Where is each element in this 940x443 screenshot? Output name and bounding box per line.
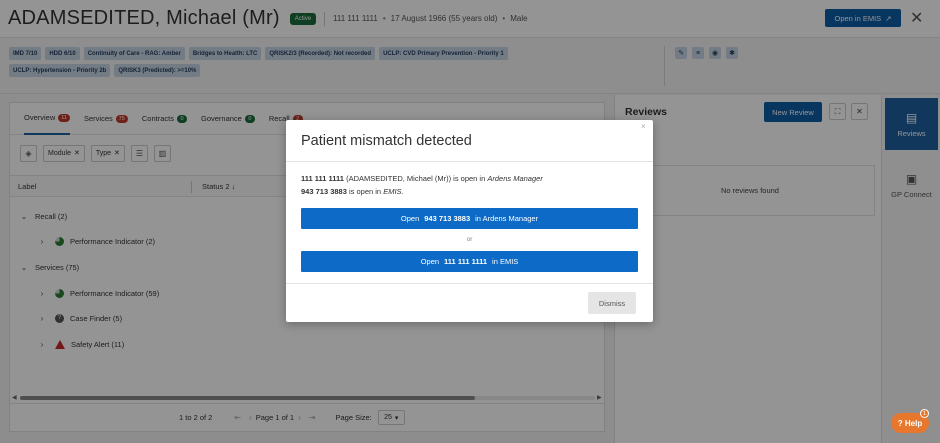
open-in-ardens-button[interactable]: Open 943 713 3883 in Ardens Manager	[301, 208, 638, 229]
nhs-number: 111 111 1111	[444, 257, 488, 266]
app-name: EMIS.	[383, 187, 404, 196]
divider	[286, 283, 653, 284]
nhs-number: 111 111 1111	[301, 174, 344, 183]
help-notification-badge: 1	[920, 409, 929, 418]
or-separator: or	[466, 236, 473, 243]
nhs-number: 943 713 3883	[301, 187, 347, 196]
patient-mismatch-dialog: × Patient mismatch detected 111 111 1111…	[286, 120, 653, 322]
dialog-title: Patient mismatch detected	[301, 133, 472, 149]
mismatch-text: (ADAMSEDITED, Michael (Mr)) is open in	[346, 174, 486, 183]
button-text: in EMIS	[492, 257, 519, 266]
divider	[286, 161, 653, 162]
mismatch-line-emis: 943 713 3883 is open in EMIS.	[301, 187, 404, 196]
button-text: Open	[420, 257, 440, 266]
dismiss-button[interactable]: Dismiss	[588, 292, 636, 314]
button-text: in Ardens Manager	[475, 214, 539, 223]
app-name: Ardens Manager	[487, 174, 543, 183]
button-text: Open	[400, 214, 420, 223]
nhs-number: 943 713 3883	[424, 214, 471, 223]
close-icon[interactable]: ×	[641, 122, 646, 131]
open-in-emis-dialog-button[interactable]: Open 111 111 1111 in EMIS	[301, 251, 638, 272]
mismatch-text: is open in	[348, 187, 382, 196]
mismatch-line-ardens: 111 111 1111 (ADAMSEDITED, Michael (Mr))…	[301, 174, 543, 183]
